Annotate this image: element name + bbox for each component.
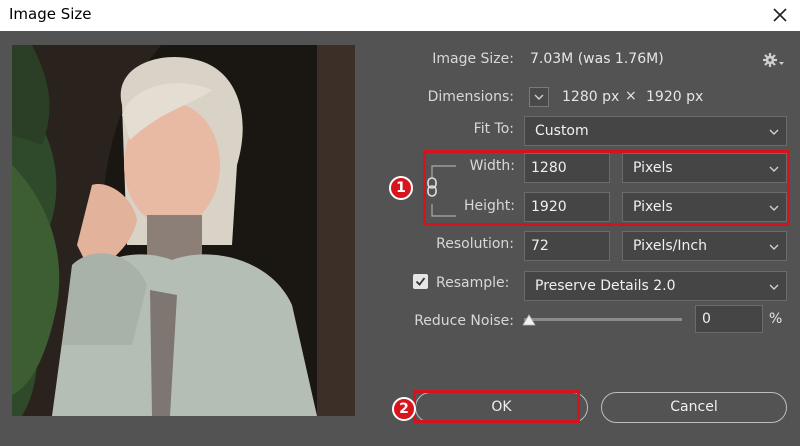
fit-to-label: Fit To: xyxy=(473,121,514,137)
image-size-dialog: Image Size Image Size: 7.03M (was 1.76M) xyxy=(0,0,800,446)
dimensions-separator: × xyxy=(625,88,637,104)
gear-icon[interactable] xyxy=(762,52,784,68)
resample-label: Resample: xyxy=(436,275,510,291)
reduce-noise-slider-thumb[interactable] xyxy=(522,314,536,326)
resample-checkbox[interactable] xyxy=(413,274,428,289)
resample-method-value: Preserve Details 2.0 xyxy=(535,278,676,294)
dimensions-label: Dimensions: xyxy=(427,89,514,105)
image-preview xyxy=(12,45,355,416)
chevron-down-icon xyxy=(769,129,779,135)
window-title: Image Size xyxy=(9,5,92,23)
reduce-noise-label: Reduce Noise: xyxy=(414,313,514,329)
step-2-badge: 2 xyxy=(392,397,416,421)
chevron-down-icon xyxy=(769,284,779,290)
reduce-noise-track[interactable] xyxy=(524,318,682,321)
image-size-value: 7.03M (was 1.76M) xyxy=(530,51,664,67)
width-height-highlight xyxy=(423,150,790,226)
close-icon[interactable] xyxy=(768,3,792,27)
step-1-badge: 1 xyxy=(389,176,413,200)
resolution-unit-select[interactable]: Pixels/Inch xyxy=(622,231,787,261)
chevron-down-icon xyxy=(769,244,779,250)
chevron-down-icon xyxy=(534,94,544,100)
resample-method-select[interactable]: Preserve Details 2.0 xyxy=(524,271,787,301)
cancel-button-label: Cancel xyxy=(670,399,718,415)
dimensions-height: 1920 px xyxy=(646,89,704,105)
image-size-label: Image Size: xyxy=(432,51,514,67)
reduce-noise-unit: % xyxy=(769,311,783,327)
ok-button-highlight xyxy=(413,390,580,423)
reduce-noise-input[interactable]: 0 xyxy=(695,305,763,333)
cancel-button[interactable]: Cancel xyxy=(601,392,787,423)
resolution-input[interactable]: 72 xyxy=(524,231,610,261)
fit-to-value: Custom xyxy=(535,123,589,139)
fit-to-select[interactable]: Custom xyxy=(524,116,787,146)
checkmark-icon xyxy=(415,277,426,286)
resolution-unit-value: Pixels/Inch xyxy=(633,238,707,254)
resolution-label: Resolution: xyxy=(436,236,514,252)
title-bar: Image Size xyxy=(0,0,800,31)
dimensions-unit-toggle[interactable] xyxy=(529,87,549,107)
dimensions-width: 1280 px xyxy=(562,89,620,105)
